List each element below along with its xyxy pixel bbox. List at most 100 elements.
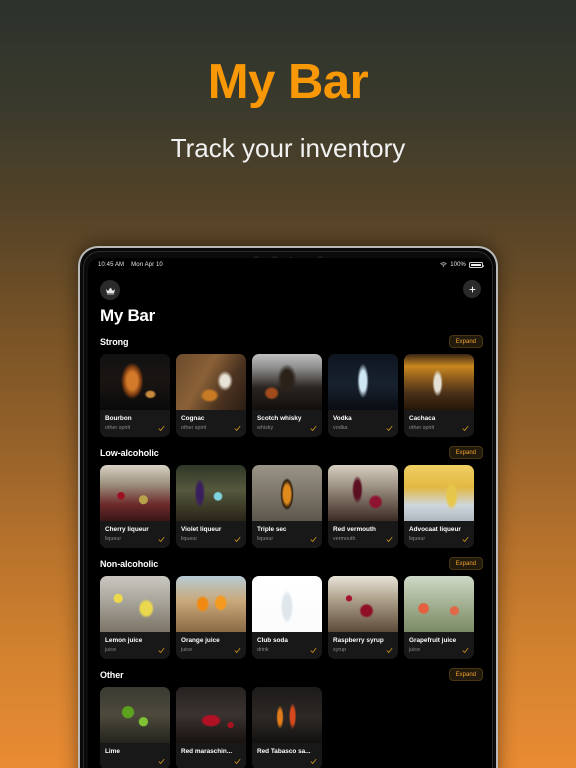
item-name: Cognac xyxy=(181,415,205,422)
card-body: Cachaca other spirit xyxy=(404,410,474,437)
tablet-device-frame: 10:45 AM Mon Apr 10 100% My Bar Strong E… xyxy=(78,246,498,768)
status-bar-left: 10:45 AM Mon Apr 10 xyxy=(98,262,163,268)
check-icon xyxy=(158,425,165,431)
item-category: liqueur xyxy=(257,535,274,542)
section-card-row[interactable]: Cherry liqueur liqueur Violet liqueur li… xyxy=(88,465,492,549)
card-body: Lime xyxy=(100,743,170,768)
check-icon xyxy=(158,648,165,654)
inventory-card[interactable]: Cachaca other spirit xyxy=(404,354,474,438)
card-footer: juice xyxy=(409,647,469,654)
card-body: Bourbon other spirit xyxy=(100,410,170,437)
section-non-alcoholic: Non-alcoholic Expand Lemon juice juice O… xyxy=(88,557,492,660)
section-header: Low-alcoholic Expand xyxy=(88,446,492,460)
card-footer: vermouth xyxy=(333,536,393,543)
inventory-card[interactable]: Cherry liqueur liqueur xyxy=(100,465,170,549)
item-category: liqueur xyxy=(409,535,426,542)
card-footer: liqueur xyxy=(181,536,241,543)
card-body: Grapefruit juice juice xyxy=(404,632,474,659)
plus-icon xyxy=(469,286,475,292)
card-footer xyxy=(181,758,241,765)
card-footer: juice xyxy=(105,647,165,654)
inventory-card[interactable]: Triple sec liqueur xyxy=(252,465,322,549)
inventory-card[interactable]: Red Tabasco sa... xyxy=(252,687,322,768)
inventory-card[interactable]: Red maraschin... xyxy=(176,687,246,768)
inventory-card[interactable]: Red vermouth vermouth xyxy=(328,465,398,549)
inventory-card[interactable]: Cognac other spirit xyxy=(176,354,246,438)
expand-button-non-alcoholic[interactable]: Expand xyxy=(448,557,483,571)
page-title: My Bar xyxy=(100,306,155,325)
card-body: Cognac other spirit xyxy=(176,410,246,437)
status-date: Mon Apr 10 xyxy=(131,262,163,268)
card-body: Vodka vodka xyxy=(328,410,398,437)
inventory-card[interactable]: Lemon juice juice xyxy=(100,576,170,660)
expand-button-strong[interactable]: Expand xyxy=(448,335,483,348)
item-category: vodka xyxy=(333,424,348,431)
card-footer: syrup xyxy=(333,647,393,654)
inventory-card[interactable]: Raspberry syrup syrup xyxy=(328,576,398,660)
inventory-card[interactable]: Scotch whisky whisky xyxy=(252,354,322,438)
item-name: Orange juice xyxy=(181,637,220,645)
item-image xyxy=(252,465,322,522)
item-name: Triple sec xyxy=(257,526,287,534)
item-name: Vodka xyxy=(333,415,352,422)
section-strong: Strong Expand Bourbon other spirit Cogna… xyxy=(88,335,492,438)
check-icon xyxy=(158,759,165,765)
inventory-sections: Strong Expand Bourbon other spirit Cogna… xyxy=(88,326,492,768)
check-icon xyxy=(158,537,165,542)
battery-percent-label: 100% xyxy=(450,262,466,268)
add-item-button[interactable] xyxy=(463,280,481,298)
item-category: juice xyxy=(409,646,421,653)
item-name: Red maraschin... xyxy=(181,748,233,756)
section-other: Other Expand Lime Red maraschin... Red T… xyxy=(88,668,492,768)
card-footer: juice xyxy=(181,647,241,654)
section-header: Non-alcoholic Expand xyxy=(88,557,492,571)
status-bar: 10:45 AM Mon Apr 10 100% xyxy=(88,258,492,272)
section-card-row[interactable]: Bourbon other spirit Cognac other spirit… xyxy=(88,354,492,438)
expand-button-other[interactable]: Expand xyxy=(448,668,483,682)
check-icon xyxy=(462,425,469,431)
item-name: Violet liqueur xyxy=(181,526,222,534)
item-name: Lime xyxy=(105,748,120,756)
item-image xyxy=(404,576,474,633)
card-body: Red maraschin... xyxy=(176,743,246,768)
section-card-row[interactable]: Lemon juice juice Orange juice juice Clu… xyxy=(88,576,492,660)
inventory-card[interactable]: Vodka vodka xyxy=(328,354,398,438)
section-card-row[interactable]: Lime Red maraschin... Red Tabasco sa... xyxy=(88,687,492,768)
inventory-card[interactable]: Orange juice juice xyxy=(176,576,246,660)
card-body: Orange juice juice xyxy=(176,632,246,659)
section-header: Other Expand xyxy=(88,668,492,682)
inventory-card[interactable]: Violet liqueur liqueur xyxy=(176,465,246,549)
item-name: Advocaat liqueur xyxy=(409,526,461,534)
item-category: whisky xyxy=(257,424,274,431)
item-image xyxy=(328,354,398,410)
promo-subtitle: Track your inventory xyxy=(170,133,406,163)
card-footer: other spirit xyxy=(181,425,241,432)
check-icon xyxy=(386,425,393,431)
item-image xyxy=(328,465,398,522)
item-name: Red vermouth xyxy=(333,526,376,534)
item-name: Grapefruit juice xyxy=(409,637,457,645)
inventory-card[interactable]: Advocaat liqueur liqueur xyxy=(404,465,474,549)
inventory-card[interactable]: Bourbon other spirit xyxy=(100,354,170,438)
item-name: Cherry liqueur xyxy=(105,526,149,534)
item-category: other spirit xyxy=(409,424,435,431)
crown-premium-button[interactable] xyxy=(100,280,120,300)
item-name: Lemon juice xyxy=(105,637,143,645)
card-body: Club soda drink xyxy=(252,632,322,659)
item-name: Club soda xyxy=(257,637,288,645)
check-icon xyxy=(310,537,317,542)
inventory-card[interactable]: Lime xyxy=(100,687,170,768)
item-image xyxy=(404,354,474,410)
item-image xyxy=(328,576,398,633)
card-body: Cherry liqueur liqueur xyxy=(100,521,170,548)
inventory-card[interactable]: Club soda drink xyxy=(252,576,322,660)
inventory-card[interactable]: Grapefruit juice juice xyxy=(404,576,474,660)
promo-header: My Bar Track your inventory xyxy=(0,0,576,163)
check-icon xyxy=(462,648,469,654)
expand-button-low-alcoholic[interactable]: Expand xyxy=(448,446,483,460)
check-icon xyxy=(234,648,241,654)
item-image xyxy=(176,354,246,410)
check-icon xyxy=(386,648,393,654)
crown-icon xyxy=(105,287,115,294)
card-body: Triple sec liqueur xyxy=(252,521,322,548)
